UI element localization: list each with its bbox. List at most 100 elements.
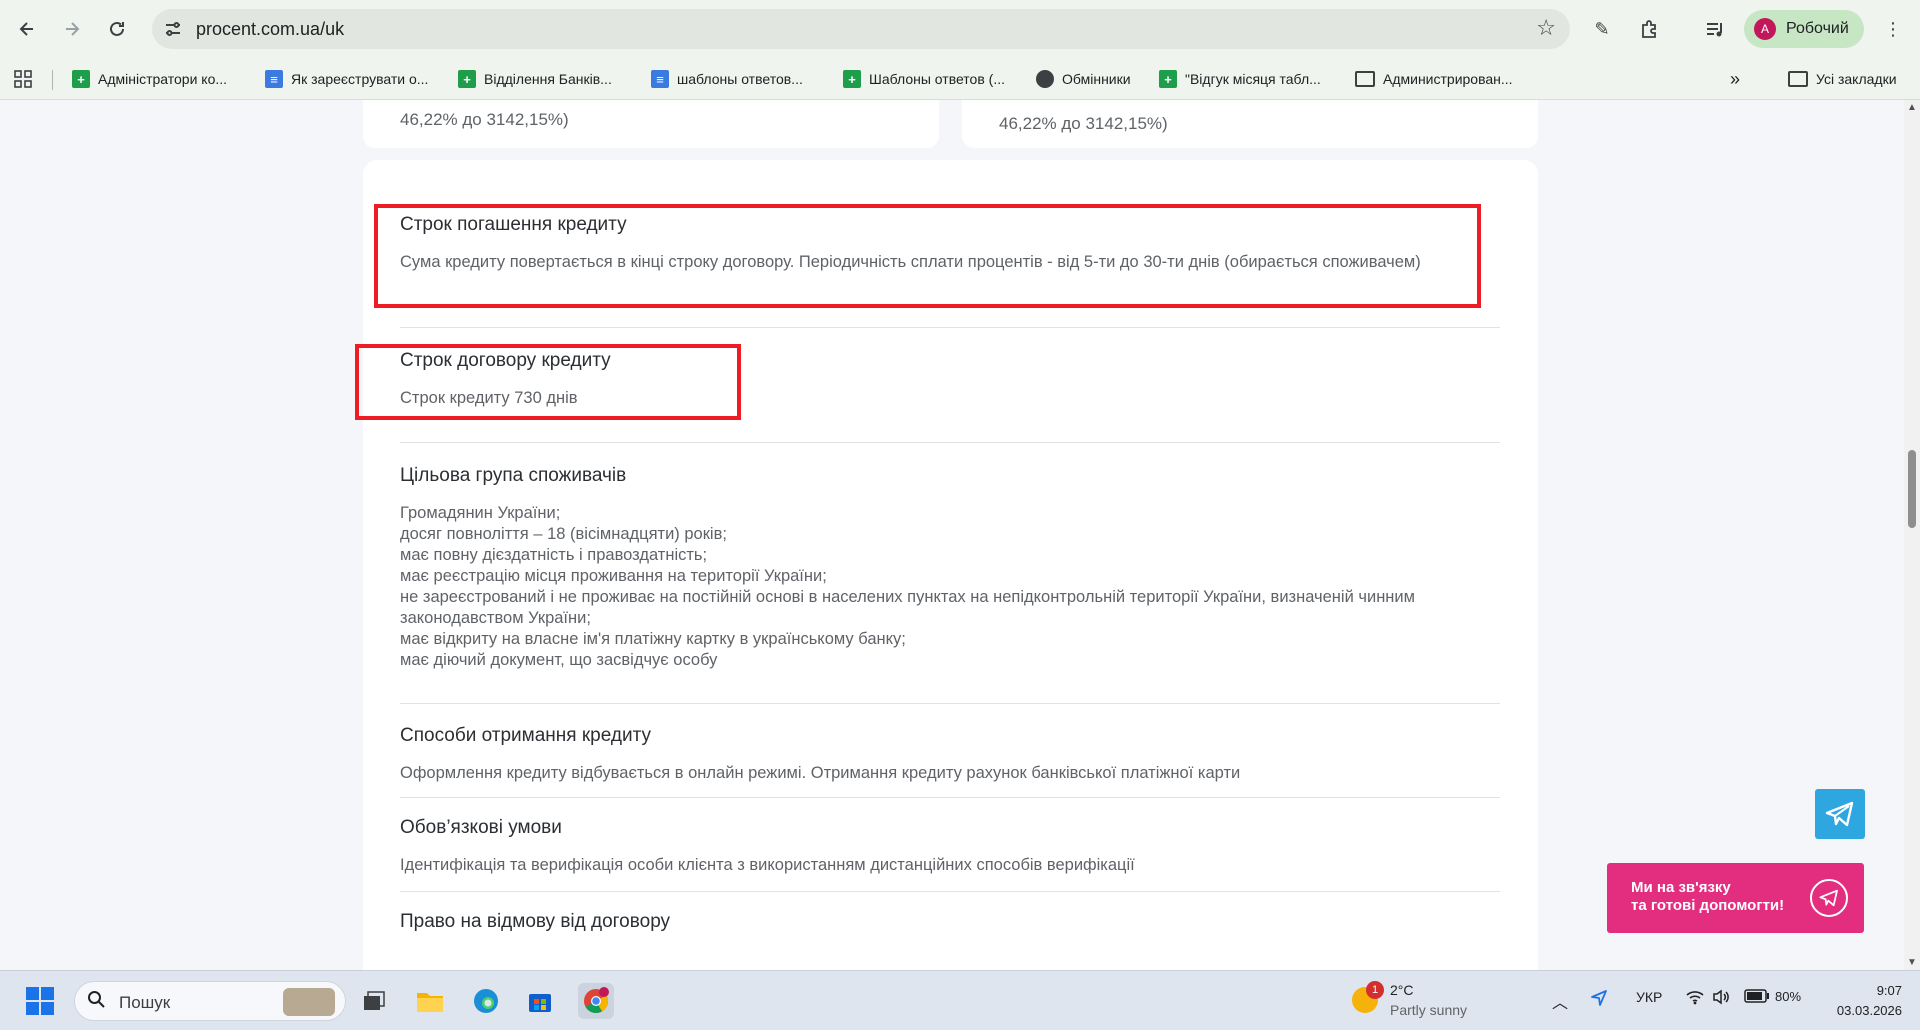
scrollbar-thumb[interactable] xyxy=(1908,450,1916,528)
contact-line: та готові допомогти! xyxy=(1631,897,1785,914)
search-icon xyxy=(87,990,105,1013)
page-scrollbar[interactable]: ▲ ▼ xyxy=(1904,100,1920,970)
weather-widget[interactable]: 1 2°C Partly sunny xyxy=(1352,981,1512,1021)
file-explorer-icon[interactable] xyxy=(412,983,448,1019)
section-methods: Способи отримання кредиту Оформлення кре… xyxy=(400,725,1500,784)
extension-feather-icon[interactable]: ✎ xyxy=(1587,14,1617,44)
windows-taskbar: Пошук 1 2°C Partly sunny ︿ УКР 80% 9:07 … xyxy=(0,970,1920,1030)
bookmark-item[interactable]: ≡ Як зареєструвати о... xyxy=(265,66,428,92)
section-title: Обов’язкові умови xyxy=(400,817,562,838)
edge-browser-icon[interactable] xyxy=(468,983,504,1019)
bookmark-label: Обмінники xyxy=(1062,71,1131,87)
divider xyxy=(400,327,1500,328)
bookmark-star-icon[interactable]: ☆ xyxy=(1536,15,1556,41)
apps-grid-icon[interactable] xyxy=(14,66,32,92)
bookmark-item[interactable]: ≡ шаблоны ответов... xyxy=(651,66,803,92)
weather-description: Partly sunny xyxy=(1390,1002,1468,1018)
bookmark-item[interactable]: Администрирован... xyxy=(1355,66,1513,92)
telegram-icon xyxy=(1825,801,1854,827)
divider xyxy=(400,442,1500,443)
media-controls-icon[interactable] xyxy=(1700,14,1730,44)
bookmark-item[interactable]: + Відділення Банків... xyxy=(458,66,612,92)
info-card: 46,22% до 3142,15%) xyxy=(363,100,939,148)
weather-temperature: 2°C xyxy=(1390,982,1414,998)
extensions-puzzle-icon[interactable] xyxy=(1634,14,1664,44)
volume-icon[interactable] xyxy=(1712,989,1730,1008)
input-language[interactable]: УКР xyxy=(1636,989,1662,1005)
back-arrow-icon xyxy=(19,22,33,36)
reload-icon xyxy=(110,21,124,36)
divider xyxy=(400,797,1500,798)
forward-button[interactable] xyxy=(57,14,87,44)
section-title: Право на відмову від договору xyxy=(400,911,671,932)
divider xyxy=(400,703,1500,704)
contact-line: Ми на зв'язку xyxy=(1631,879,1731,896)
url-text[interactable]: procent.com.ua/uk xyxy=(196,19,344,40)
all-bookmarks-button[interactable]: Усі закладки xyxy=(1788,66,1897,92)
bookmark-label: Адміністратори ко... xyxy=(98,71,228,87)
web-page: 46,22% до 3142,15%) 46,22% до 3142,15%) … xyxy=(0,100,1904,970)
search-highlight-image xyxy=(283,988,335,1016)
profile-button[interactable]: A Робочий xyxy=(1744,10,1864,48)
bookmark-label: Шаблоны ответов (... xyxy=(869,71,1005,87)
task-view-icon[interactable] xyxy=(356,983,392,1019)
contact-text: Ми на зв'язку та готові допомогти! xyxy=(1631,879,1784,915)
scroll-up-arrow-icon[interactable]: ▲ xyxy=(1907,102,1917,113)
menu-kebab-icon[interactable]: ⋮ xyxy=(1878,14,1908,44)
highlight-box xyxy=(374,204,1481,308)
chrome-icon[interactable] xyxy=(578,983,614,1019)
start-button[interactable] xyxy=(26,987,54,1015)
section-title: Способи отримання кредиту xyxy=(400,725,651,746)
list-line: має діючий документ, що засвідчує особу xyxy=(400,651,718,669)
browser-toolbar: procent.com.ua/uk ☆ ✎ A Робочий ⋮ xyxy=(0,0,1920,58)
list-line: не зареєстрований і не проживає на пості… xyxy=(400,588,1415,627)
section-title: Цільова група споживачів xyxy=(400,465,627,486)
taskbar-search[interactable]: Пошук xyxy=(74,981,346,1021)
clock-date: 03.03.2026 xyxy=(1836,1003,1902,1018)
docs-icon: ≡ xyxy=(651,70,669,88)
more-bookmarks-button[interactable]: » xyxy=(1730,66,1740,92)
address-bar[interactable]: procent.com.ua/uk ☆ xyxy=(152,9,1570,49)
folder-icon xyxy=(1355,71,1375,87)
location-arrow-icon[interactable] xyxy=(1590,989,1608,1010)
system-clock[interactable]: 9:07 03.03.2026 xyxy=(1822,981,1902,1021)
reload-button[interactable] xyxy=(102,14,132,44)
list-line: має відкриту на власне ім'я платіжну кар… xyxy=(400,630,906,648)
bookmark-item[interactable]: + Адміністратори ко... xyxy=(72,66,227,92)
profile-name: Робочий xyxy=(1786,20,1849,37)
chevron-up-icon[interactable]: ︿ xyxy=(1552,989,1568,1013)
battery-percent: 80% xyxy=(1775,989,1802,1004)
divider xyxy=(400,891,1500,892)
avatar: A xyxy=(1754,18,1776,40)
highlight-box xyxy=(355,344,741,420)
microsoft-store-icon[interactable] xyxy=(522,983,558,1019)
battery-icon[interactable] xyxy=(1744,989,1770,1006)
bookmark-label: шаблоны ответов... xyxy=(677,71,803,87)
section-target-group: Цільова група споживачів Громадянин Укра… xyxy=(400,465,1500,671)
bookmark-label: Відділення Банків... xyxy=(484,71,612,87)
bookmarks-bar: + Адміністратори ко... ≡ Як зареєструвати … xyxy=(0,58,1920,100)
card-text: 46,22% до 3142,15%) xyxy=(400,110,569,129)
bookmark-item[interactable]: Обмінники xyxy=(1036,66,1131,92)
search-placeholder: Пошук xyxy=(119,993,171,1012)
list-line: має реєстрацію місця проживання на терит… xyxy=(400,567,827,585)
bookmark-item[interactable]: + Шаблоны ответов (... xyxy=(843,66,1005,92)
sheets-icon: + xyxy=(843,70,861,88)
telegram-button[interactable] xyxy=(1815,789,1865,839)
sheets-icon: + xyxy=(72,70,90,88)
bookmark-item[interactable]: + "Відгук місяця табл... xyxy=(1159,66,1321,92)
folder-icon xyxy=(1788,71,1808,87)
back-button[interactable] xyxy=(12,14,42,44)
contact-support-widget[interactable]: Ми на зв'язку та готові допомогти! xyxy=(1607,863,1864,933)
notification-badge: 1 xyxy=(1366,981,1384,999)
site-info-icon[interactable] xyxy=(164,20,182,38)
wifi-icon[interactable] xyxy=(1686,989,1704,1008)
docs-icon: ≡ xyxy=(265,70,283,88)
section-withdrawal-right: Право на відмову від договору xyxy=(400,911,1500,933)
section-body: Оформлення кредиту відбувається в онлайн… xyxy=(400,764,1241,782)
bookmark-label: Усі закладки xyxy=(1816,71,1897,87)
scroll-down-arrow-icon[interactable]: ▼ xyxy=(1907,957,1917,968)
clock-time: 9:07 xyxy=(1876,983,1902,998)
list-line: Громадянин України; xyxy=(400,504,561,522)
list-line: має повну дієздатність і правоздатність; xyxy=(400,546,708,564)
